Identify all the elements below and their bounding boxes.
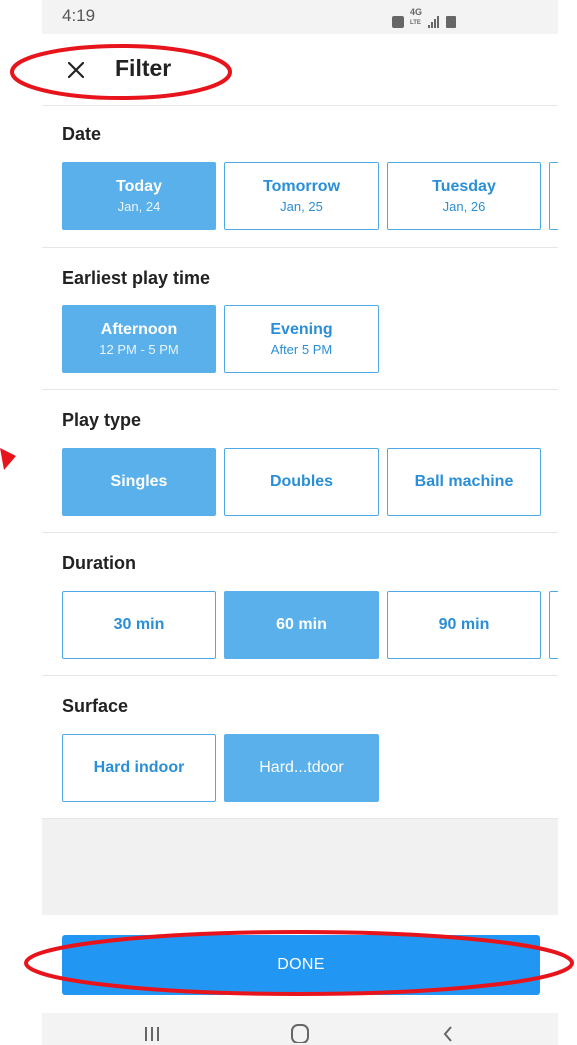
date-section: Date Today Jan, 24 Tomorrow Jan, 25 Tues… [42,106,558,248]
chip-label: 30 min [113,616,165,633]
recent-apps-icon[interactable] [142,1021,162,1043]
duration-section: Duration 30 min 60 min 90 min [42,533,558,676]
play-time-option-afternoon[interactable]: Afternoon 12 PM - 5 PM [62,305,216,373]
empty-area [42,818,558,915]
surface-option-hard-indoor[interactable]: Hard indoor [62,734,216,802]
play-time-section: Earliest play time Afternoon 12 PM - 5 P… [42,248,558,390]
back-icon[interactable] [438,1021,458,1043]
duration-option-30[interactable]: 30 min [62,591,216,659]
duration-option-90[interactable]: 90 min [387,591,541,659]
chip-label: Ball machine [414,473,514,490]
chip-label: Singles [110,473,168,490]
filter-header: Filter [42,34,558,106]
chip-label: Hard indoor [93,759,185,776]
chip-sublabel: Jan, 26 [442,199,486,214]
annotation-arrow [0,448,16,470]
network-sub-label: LTE [410,20,421,26]
chip-label: Tomorrow [262,178,341,195]
page-title: Filter [115,55,172,81]
play-type-option-ball-machine[interactable]: Ball machine [387,448,541,516]
home-icon[interactable] [288,1021,312,1043]
close-icon[interactable] [64,58,88,82]
chip-label: Tuesday [432,178,496,195]
section-title-play-time: Earliest play time [62,268,211,288]
chip-label: Today [116,178,162,195]
play-time-option-evening[interactable]: Evening After 5 PM [224,305,379,373]
chip-sublabel: After 5 PM [270,342,333,357]
system-nav-bar [42,1013,558,1045]
surface-section: Surface Hard indoor Hard...tdoor [42,676,558,818]
status-bar: 4:19 4G LTE [42,0,558,34]
done-button[interactable]: DONE [62,935,540,995]
phone-screen: 4:19 4G LTE Filter Date Today Jan, 24 To… [42,0,558,1045]
network-type: 4G LTE [410,8,422,28]
play-type-option-doubles[interactable]: Doubles [224,448,379,516]
section-title-surface: Surface [62,696,129,716]
battery-icon [446,16,457,28]
chip-label: 60 min [276,616,327,633]
section-title-duration: Duration [62,553,136,573]
footer: DONE [42,915,558,1013]
chip-sublabel: 12 PM - 5 PM [99,342,179,357]
chip-sublabel: Jan, 25 [280,199,323,214]
signal-icon [428,16,440,28]
chip-sublabel: Jan, 24 [117,199,161,214]
duration-option-next[interactable] [549,591,558,659]
chip-label: Doubles [269,473,334,490]
date-option-today[interactable]: Today Jan, 24 [62,162,216,230]
play-type-section: Play type Singles Doubles Ball machine [42,390,558,533]
network-label: 4G [410,7,423,17]
status-time: 4:19 [62,6,96,25]
section-title-date: Date [62,124,102,144]
date-option-next[interactable] [549,162,558,230]
date-option-tomorrow[interactable]: Tomorrow Jan, 25 [224,162,379,230]
chip-label: Hard...tdoor [259,759,344,776]
play-type-option-singles[interactable]: Singles [62,448,216,516]
chip-label: 90 min [438,616,490,633]
surface-option-hard-outdoor[interactable]: Hard...tdoor [224,734,379,802]
section-title-play-type: Play type [62,410,142,430]
chip-label: Afternoon [100,321,178,338]
status-icons: 4G LTE [392,8,457,28]
duration-option-60[interactable]: 60 min [224,591,379,659]
notification-icon [392,16,404,28]
date-option-tuesday[interactable]: Tuesday Jan, 26 [387,162,541,230]
chip-label: Evening [270,321,333,338]
